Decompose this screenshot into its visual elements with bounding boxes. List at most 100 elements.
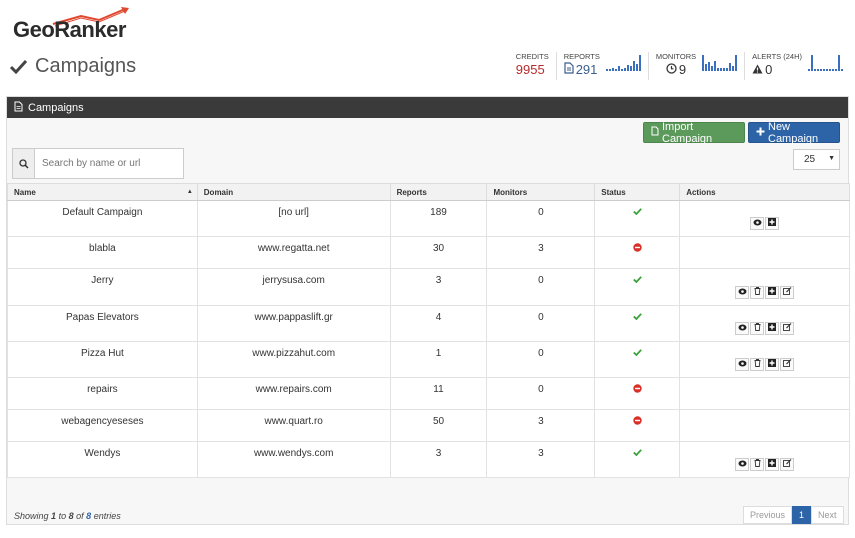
pagination: Previous 1 Next — [743, 506, 844, 524]
page-1-button[interactable]: 1 — [792, 506, 812, 524]
sparkline-bar — [705, 64, 708, 71]
column-header-domain[interactable]: Domain — [196, 183, 391, 201]
sparkline-bar — [714, 61, 717, 71]
campaign-reports: 30 — [389, 236, 488, 269]
reports-stat[interactable]: REPORTS 291 — [555, 52, 648, 80]
campaign-reports: 3 — [389, 441, 488, 478]
sparkline-bar — [635, 64, 638, 71]
page-size-select[interactable]: 25 ▼ — [793, 149, 840, 170]
sparkline-bar — [638, 55, 641, 71]
campaign-name[interactable]: repairs — [7, 377, 198, 410]
edit-button[interactable] — [780, 458, 795, 471]
page-size-value: 25 — [804, 154, 816, 165]
new-campaign-button[interactable]: New Campaign — [748, 121, 840, 145]
georanker-logo[interactable]: GeoRanker — [13, 6, 129, 42]
sparkline-bar — [702, 55, 705, 71]
delete-button[interactable] — [750, 322, 765, 335]
campaign-name[interactable]: Papas Elevators — [7, 305, 198, 342]
row-actions — [735, 458, 795, 471]
sparkline-bar — [838, 55, 840, 71]
sparkline-bar — [735, 55, 738, 71]
edit-icon — [782, 459, 792, 470]
search-box — [12, 148, 184, 179]
search-icon — [13, 149, 35, 178]
view-icon — [738, 459, 747, 470]
column-header-monitors[interactable]: Monitors — [486, 183, 596, 201]
check-status-icon — [632, 207, 642, 218]
campaign-name[interactable]: Jerry — [7, 268, 198, 306]
sparkline-bar — [729, 63, 732, 71]
delete-button[interactable] — [750, 285, 765, 299]
column-header-actions: Actions — [679, 183, 850, 201]
delete-button[interactable] — [750, 358, 765, 371]
campaign-name[interactable]: webagencyeseses — [7, 409, 198, 442]
campaign-status — [594, 236, 681, 269]
campaign-status — [594, 341, 681, 378]
check-status-icon — [632, 348, 642, 359]
edit-button[interactable] — [780, 358, 795, 371]
view-button[interactable] — [735, 458, 750, 471]
add-button[interactable] — [765, 358, 780, 371]
campaign-name[interactable]: Wendys — [7, 441, 198, 478]
monitors-stat[interactable]: MONITORS 9 — [647, 52, 744, 80]
column-header-name[interactable]: Name ▲ — [7, 183, 198, 201]
sparkline-bar — [617, 66, 620, 71]
sparkline-bar — [711, 66, 714, 71]
delete-button[interactable] — [750, 458, 765, 471]
add-icon — [768, 323, 777, 334]
add-icon — [768, 286, 777, 298]
campaign-actions — [679, 341, 850, 378]
check-status-icon — [632, 448, 642, 459]
add-button[interactable] — [765, 285, 780, 299]
view-button[interactable] — [750, 217, 765, 230]
caret-down-icon: ▼ — [828, 155, 835, 162]
campaign-name[interactable]: blabla — [7, 236, 198, 269]
view-button[interactable] — [735, 322, 750, 335]
table-row: Papas Elevators www.pappaslift.gr 4 0 — [7, 305, 850, 342]
import-campaign-button[interactable]: Import Campaign — [643, 121, 745, 145]
campaign-name[interactable]: Default Campaign — [7, 200, 198, 237]
showing-text: Showing — [14, 511, 49, 521]
campaign-domain: www.pizzahut.com — [196, 341, 391, 378]
reports-label: REPORTS — [563, 52, 600, 61]
campaigns-table: Name ▲ Domain Reports Monitors Status Act… — [7, 183, 850, 478]
sparkline-bar — [732, 66, 735, 71]
campaign-status — [594, 441, 681, 478]
campaign-status — [594, 377, 681, 410]
table-info: Showing 1 to 8 of 8 entries — [14, 511, 121, 521]
view-button[interactable] — [735, 358, 750, 371]
view-button[interactable] — [735, 285, 750, 299]
add-button[interactable] — [765, 458, 780, 471]
campaign-actions — [679, 409, 850, 442]
sparkline-bar — [723, 68, 726, 71]
add-button[interactable] — [765, 217, 780, 230]
sparkline-bar — [826, 69, 828, 71]
next-page-button[interactable]: Next — [811, 506, 844, 524]
delete-icon — [754, 459, 761, 470]
campaign-monitors: 3 — [486, 236, 596, 269]
alerts-stat[interactable]: ALERTS (24H) 0 — [744, 52, 850, 80]
column-header-reports[interactable]: Reports — [389, 183, 488, 201]
previous-page-button[interactable]: Previous — [743, 506, 793, 524]
table-header-row: Name ▲ Domain Reports Monitors Status Act… — [7, 183, 850, 201]
campaign-domain: jerrysusa.com — [196, 268, 391, 306]
monitors-label: MONITORS — [655, 52, 697, 61]
add-button[interactable] — [765, 322, 780, 335]
row-actions — [750, 217, 780, 230]
campaign-domain: www.regatta.net — [196, 236, 391, 269]
campaign-monitors: 0 — [486, 200, 596, 237]
campaign-reports: 50 — [389, 409, 488, 442]
row-actions — [735, 358, 795, 371]
row-actions — [735, 322, 795, 335]
campaign-name[interactable]: Pizza Hut — [7, 341, 198, 378]
campaign-reports: 11 — [389, 377, 488, 410]
page-title-text: Campaigns — [35, 55, 137, 77]
campaign-domain: www.quart.ro — [196, 409, 391, 442]
edit-button[interactable] — [780, 322, 795, 335]
column-header-status[interactable]: Status — [594, 183, 681, 201]
delete-icon — [754, 286, 761, 298]
edit-icon — [782, 359, 792, 370]
search-input[interactable] — [35, 149, 183, 178]
edit-button[interactable] — [780, 285, 795, 299]
campaign-status — [594, 200, 681, 237]
